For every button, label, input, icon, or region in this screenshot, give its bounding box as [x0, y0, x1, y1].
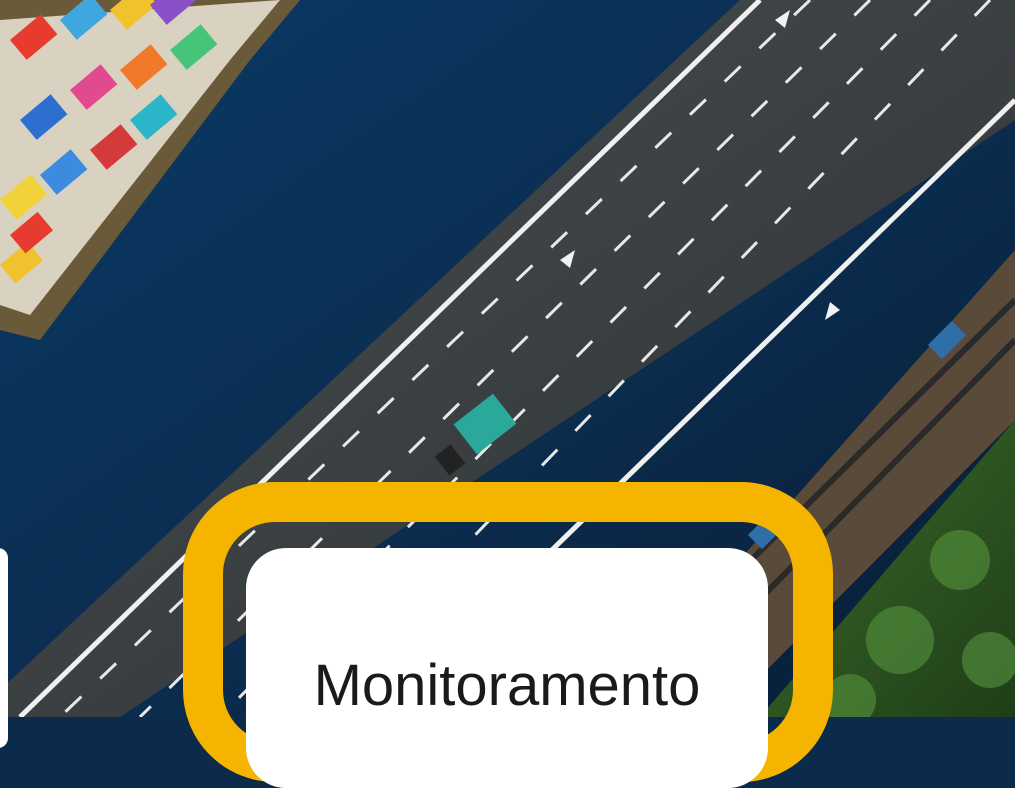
- monitoring-card[interactable]: Monitoramento: [246, 548, 768, 788]
- card-title: Monitoramento: [313, 653, 701, 718]
- left-card-edge: [0, 548, 8, 748]
